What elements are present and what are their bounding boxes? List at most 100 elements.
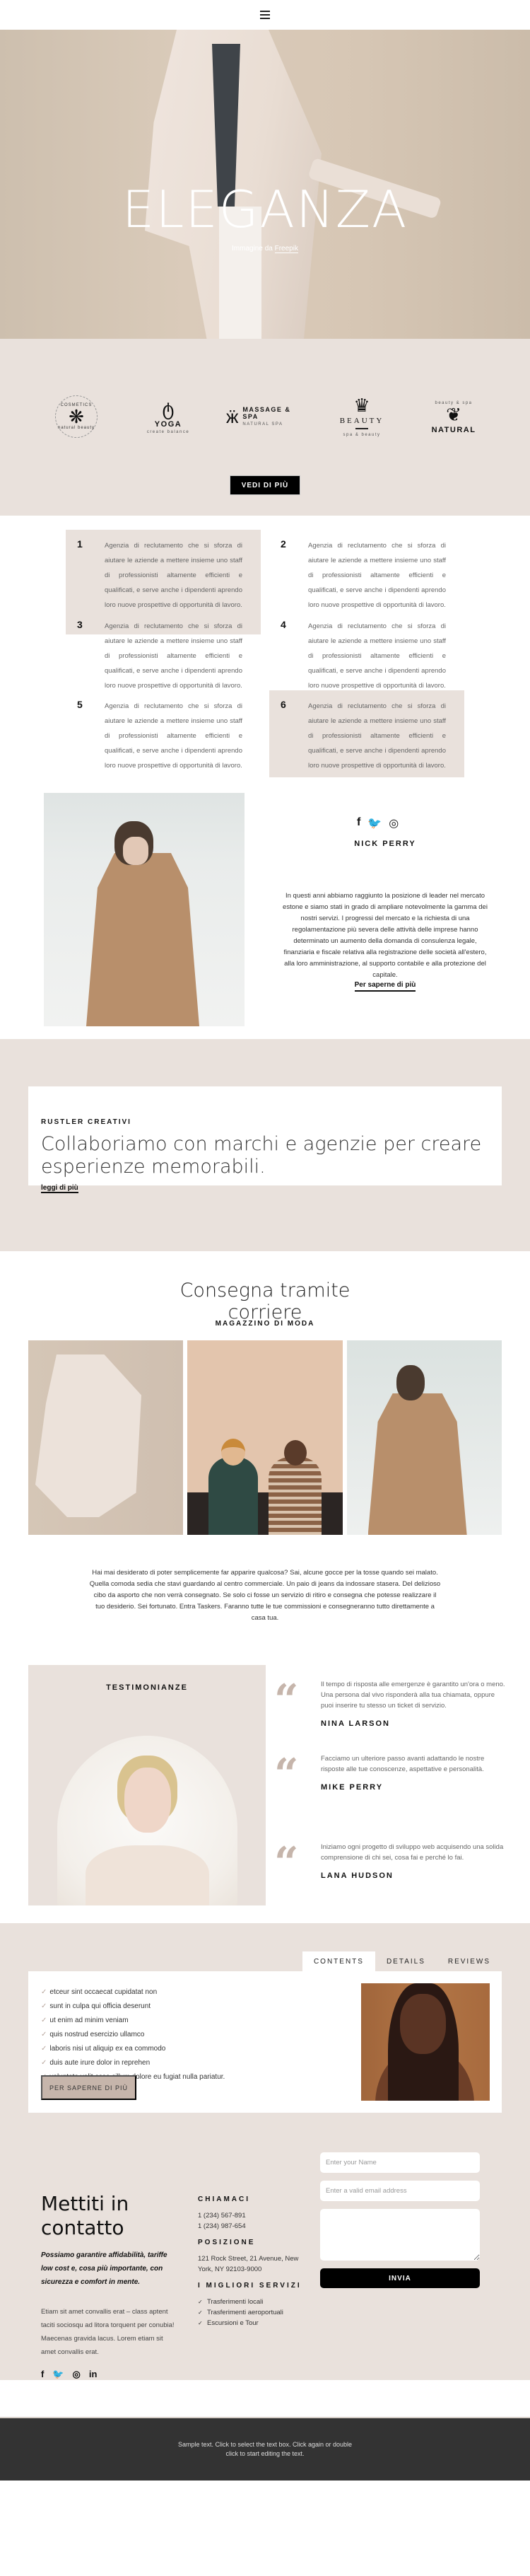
logo-sub: NATURAL SPA [242, 422, 283, 427]
contact-info: CHIAMACI 1 (234) 567-891 1 (234) 987-654… [198, 2195, 304, 2328]
list-item-text: etceur sint occaecat cupidatat non [49, 1988, 158, 1996]
logos-section: COSMETICS ❋ natural beauty ტ YOGA create… [0, 339, 530, 516]
testimonial-text: Il tempo di risposta alle emergenze è ga… [321, 1681, 505, 1710]
yoga-figure-icon: ტ [162, 398, 175, 419]
feature-text: Agenzia di reclutamento che si sforza di… [105, 542, 242, 609]
gallery-image [187, 1340, 343, 1535]
footer: Sample text. Click to select the text bo… [0, 2417, 530, 2481]
hero-title: ELEGANZA [122, 180, 408, 239]
footer-text: Sample text. Click to select the text bo… [177, 2441, 353, 2457]
feature-number: 2 [281, 538, 286, 550]
services-list: Trasferimenti locali Trasferimenti aerop… [198, 2297, 304, 2328]
profile-bio: In questi anni abbiamo raggiunto la posi… [283, 892, 488, 979]
logo-name: NATURAL [431, 425, 476, 434]
testimonial-author: LANA HUDSON [321, 1872, 394, 1880]
testimonial-text: Facciamo un ulteriore passo avanti adatt… [321, 1755, 485, 1773]
list-item-text: ut enim ad minim veniam [49, 2017, 129, 2024]
top-bar [0, 0, 530, 30]
testimonial-item: “ Iniziamo ogni progetto di sviluppo web… [274, 1842, 507, 1884]
freepik-link[interactable]: Freepik [274, 245, 298, 253]
testimonial-photo [57, 1736, 237, 1905]
gallery-image [28, 1340, 184, 1535]
delivery-paragraph: Hai mai desiderato di poter semplicement… [89, 1569, 441, 1622]
lotus-icon: ♛ [353, 395, 370, 416]
phone-numbers: 1 (234) 567-891 1 (234) 987-654 [198, 2210, 304, 2232]
leaves-figure-icon: ❦ [446, 403, 461, 425]
quote-icon: “ [274, 1838, 299, 1888]
logo-massage-spa: ӝ MASSAGE & SPA NATURAL SPA [226, 388, 304, 445]
tab-bar: CONTENTS DETAILS REVIEWS [302, 1951, 502, 1971]
twitter-icon[interactable]: 🐦 [52, 2369, 64, 2380]
numbered-features: 1 Agenzia di reclutamento che si sforza … [0, 516, 530, 795]
quote-icon: “ [274, 1676, 299, 1725]
name-field[interactable] [320, 2152, 480, 2173]
photo-gallery [28, 1340, 502, 1535]
facebook-icon[interactable]: f [41, 2369, 44, 2380]
learn-more-button[interactable]: PER SAPERNE DI PIÙ [41, 2075, 136, 2100]
feature-text: Agenzia di reclutamento che si sforza di… [105, 702, 242, 770]
profile-photo [44, 793, 245, 1026]
profile-social-links: f 🐦 ◎ [357, 816, 399, 830]
butterfly-figure-icon: ӝ [226, 406, 239, 427]
service-item: Trasferimenti aeroportuali [198, 2307, 304, 2318]
learn-more-link[interactable]: Per saperne di più [354, 981, 416, 992]
contents-checklist: ✓ etceur sint occaecat cupidatat non ✓ sun… [41, 1985, 225, 2084]
tab-contents[interactable]: CONTENTS [302, 1951, 375, 1971]
tab-details[interactable]: DETAILS [375, 1951, 437, 1971]
hero-credit: Immagine da Freepik [0, 245, 530, 253]
read-more-link[interactable]: leggi di più [41, 1184, 78, 1193]
feature-number: 5 [77, 699, 83, 710]
tab-reviews[interactable]: REVIEWS [437, 1951, 502, 1971]
contact-lead: Possiamo garantire affidabilità, tariffe… [41, 2251, 167, 2286]
quote-icon: “ [274, 1750, 299, 1799]
testimonial-text: Iniziamo ogni progetto di sviluppo web a… [321, 1843, 504, 1862]
instagram-icon[interactable]: ◎ [389, 816, 399, 830]
delivery-section: Consegna tramite corriere MAGAZZINO DI M… [0, 1251, 530, 1654]
testimonial-item: “ Il tempo di risposta alle emergenze è … [274, 1679, 507, 1728]
testimonials-section: TESTIMONIANZE “ Il tempo di risposta all… [0, 1654, 530, 1923]
location-heading: POSIZIONE [198, 2239, 256, 2246]
testimonials-panel: TESTIMONIANZE [28, 1665, 266, 1905]
linkedin-icon[interactable]: in [89, 2369, 98, 2380]
feature-number: 4 [281, 619, 286, 630]
email-field[interactable] [320, 2181, 480, 2201]
delivery-title: Consegna tramite corriere [179, 1280, 351, 1323]
facebook-icon[interactable]: f [357, 816, 360, 830]
creative-kicker: RUSTLER CREATIVI [41, 1118, 131, 1126]
hero-credit-prefix: Immagine da [232, 245, 275, 253]
logo-beauty: ♛ BEAUTY spa & beauty [328, 388, 396, 445]
message-field[interactable] [320, 2209, 480, 2261]
list-item-text: quis nostrud esercizio ullamco [49, 2031, 145, 2038]
services-heading: I MIGLIORI SERVIZI [198, 2282, 302, 2290]
see-more-button[interactable]: VEDI DI PIÙ [230, 475, 300, 495]
check-icon: ✓ [41, 2017, 47, 2024]
check-icon: ✓ [41, 2002, 47, 2010]
instagram-icon[interactable]: ◎ [73, 2369, 81, 2380]
feature-text: Agenzia di reclutamento che si sforza di… [308, 542, 446, 609]
list-item: ✓ quis nostrud esercizio ullamco [41, 2028, 225, 2042]
call-heading: CHIAMACI [198, 2195, 250, 2203]
list-item: ✓ sunt in culpa qui officia deserunt [41, 2000, 225, 2014]
twitter-icon[interactable]: 🐦 [367, 816, 382, 830]
list-item-text: laboris nisi ut aliquip ex ea commodo [49, 2045, 166, 2053]
contents-photo [361, 1983, 490, 2101]
feature-text: Agenzia di reclutamento che si sforza di… [308, 622, 446, 690]
service-item: Escursioni e Tour [198, 2318, 304, 2328]
service-item: Trasferimenti locali [198, 2297, 304, 2307]
contact-section: Mettiti in contatto Possiamo garantire a… [0, 2135, 530, 2380]
feature-text: Agenzia di reclutamento che si sforza di… [105, 622, 242, 690]
tab-panel-contents: ✓ etceur sint occaecat cupidatat non ✓ sun… [28, 1971, 502, 2113]
hero-section: ELEGANZA Immagine da Freepik [0, 30, 530, 339]
creative-headline: Collaboriamo con marchi e agenzie per cr… [41, 1133, 482, 1178]
logo-name: MASSAGE & SPA [242, 406, 291, 420]
phone-number: 1 (234) 567-891 [198, 2212, 246, 2220]
contact-social-links: f 🐦 ◎ in [41, 2369, 97, 2380]
submit-button[interactable]: INVIA [320, 2268, 480, 2288]
delivery-subtitle: MAGAZZINO DI MODA [215, 1320, 315, 1328]
list-item: ✓ duis aute irure dolor in reprehen [41, 2056, 225, 2070]
phone-number: 1 (234) 987-654 [198, 2222, 246, 2230]
address: 121 Rock Street, 21 Avenue, New York, NY… [198, 2255, 299, 2273]
logo-sub: natural beauty [57, 426, 95, 430]
hamburger-icon[interactable] [260, 11, 270, 19]
creative-section: RUSTLER CREATIVI Collaboriamo con marchi… [0, 1039, 530, 1251]
